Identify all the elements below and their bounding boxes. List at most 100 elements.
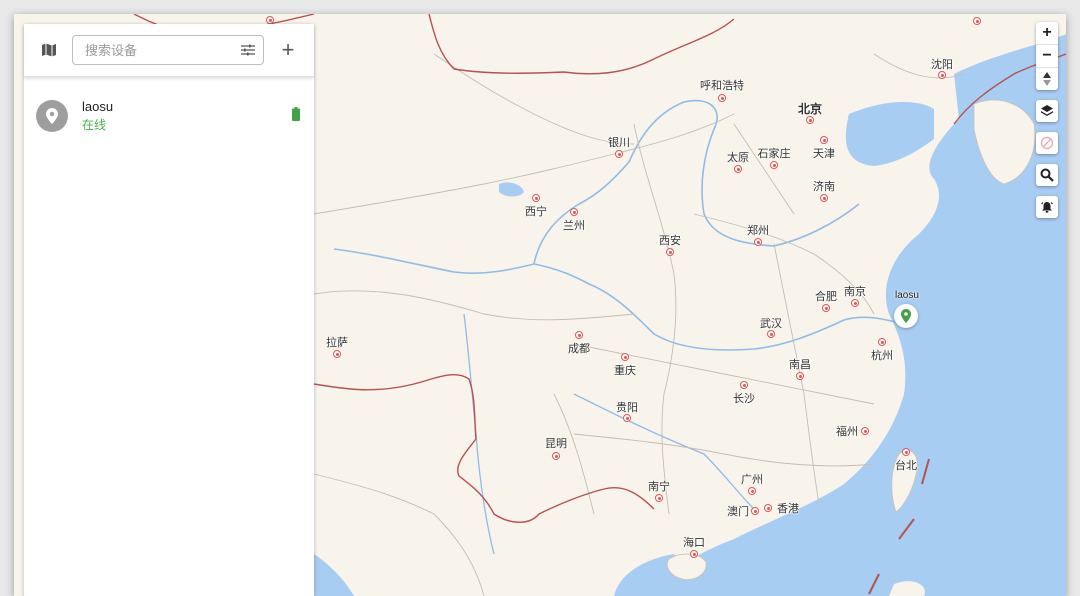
city-marker[interactable] — [748, 487, 756, 495]
city-marker[interactable] — [770, 161, 778, 169]
app-window: 沈阳 呼和浩特 北京 银川 太原 石家庄 天津 济南 西宁 兰州 西安 郑州 合… — [14, 14, 1066, 596]
device-list-item[interactable]: laosu 在线 — [24, 77, 314, 133]
alarm-icon — [1041, 202, 1053, 213]
city-marker[interactable] — [740, 381, 748, 389]
device-sidebar: + laosu 在线 — [24, 24, 314, 596]
city-marker[interactable] — [973, 17, 981, 25]
city-marker[interactable] — [767, 330, 775, 338]
city-label: 石家庄 — [757, 148, 791, 160]
device-name: laosu — [82, 99, 114, 114]
city-marker[interactable] — [623, 414, 631, 422]
device-marker-label: laosu — [895, 290, 919, 301]
city-label: 重庆 — [614, 365, 636, 377]
avatar — [36, 100, 68, 132]
city-label: 成都 — [568, 343, 590, 355]
layers-control — [1036, 100, 1058, 122]
location-pin-icon — [46, 108, 58, 124]
device-search-input[interactable] — [83, 41, 237, 59]
city-marker[interactable] — [822, 304, 830, 312]
city-label: 北京 — [797, 102, 823, 116]
zoom-in-button[interactable]: + — [1036, 22, 1058, 44]
city-marker[interactable] — [655, 494, 663, 502]
layers-button[interactable] — [1036, 100, 1058, 122]
city-label: 海口 — [683, 537, 705, 549]
device-status: 在线 — [82, 118, 107, 132]
city-label: 西安 — [659, 235, 681, 247]
city-marker[interactable] — [552, 452, 560, 460]
city-label: 香港 — [777, 503, 799, 515]
city-label: 兰州 — [563, 220, 585, 232]
city-marker[interactable] — [333, 350, 341, 358]
city-label: 银川 — [608, 137, 630, 149]
location-pin-icon — [901, 309, 911, 323]
city-label: 郑州 — [747, 225, 769, 237]
city-marker[interactable] — [754, 238, 762, 246]
city-marker[interactable] — [621, 353, 629, 361]
city-label: 澳门 — [727, 506, 749, 518]
city-marker[interactable] — [861, 427, 869, 435]
city-label: 合肥 — [815, 291, 837, 303]
sidebar-toolbar: + — [24, 24, 314, 77]
block-icon — [1040, 136, 1054, 150]
city-marker[interactable] — [751, 507, 759, 515]
city-label: 杭州 — [871, 350, 893, 362]
city-marker[interactable] — [806, 116, 814, 124]
alarm-control — [1036, 196, 1058, 218]
city-marker[interactable] — [938, 71, 946, 79]
battery-indicator — [292, 106, 300, 126]
city-label: 南昌 — [789, 359, 811, 371]
city-label: 天津 — [813, 148, 835, 160]
city-label: 台北 — [895, 460, 917, 472]
filter-button[interactable] — [241, 44, 255, 56]
city-marker[interactable] — [615, 150, 623, 158]
city-label: 昆明 — [545, 438, 567, 450]
layers-icon — [1041, 105, 1053, 116]
alarm-button[interactable] — [1036, 196, 1058, 218]
zoom-out-button[interactable]: − — [1036, 45, 1058, 67]
filter-sliders-icon — [241, 44, 255, 56]
city-label: 长沙 — [733, 393, 755, 405]
city-label: 贵阳 — [616, 402, 638, 414]
map-search-button[interactable] — [1036, 164, 1058, 186]
city-label: 拉萨 — [326, 337, 348, 349]
map-icon — [42, 43, 56, 57]
compass-icon — [1043, 72, 1051, 86]
device-marker[interactable] — [894, 304, 918, 328]
city-marker[interactable] — [734, 165, 742, 173]
city-label: 太原 — [727, 152, 749, 164]
city-marker[interactable] — [878, 338, 886, 346]
city-label: 沈阳 — [931, 59, 953, 71]
city-marker[interactable] — [851, 299, 859, 307]
city-marker[interactable] — [575, 331, 583, 339]
city-marker[interactable] — [690, 550, 698, 558]
zoom-control: + − — [1036, 22, 1058, 90]
add-device-button[interactable]: + — [272, 39, 304, 61]
city-label: 南京 — [844, 286, 866, 298]
city-label: 西宁 — [525, 206, 547, 218]
city-label: 济南 — [813, 181, 835, 193]
search-control — [1036, 164, 1058, 186]
city-label: 福州 — [836, 426, 858, 438]
city-label: 呼和浩特 — [700, 80, 744, 92]
city-label: 南宁 — [648, 481, 670, 493]
city-marker[interactable] — [666, 248, 674, 256]
battery-full-icon — [292, 106, 300, 121]
disabled-control — [1036, 132, 1058, 154]
map-toggle-button[interactable] — [32, 33, 66, 67]
city-label: 武汉 — [760, 318, 782, 330]
city-marker[interactable] — [266, 16, 274, 24]
city-marker[interactable] — [570, 208, 578, 216]
compass-button[interactable] — [1036, 68, 1058, 90]
city-marker[interactable] — [820, 136, 828, 144]
search-icon — [1040, 168, 1054, 182]
city-marker[interactable] — [718, 94, 726, 102]
device-info: laosu 在线 — [82, 99, 113, 133]
city-label: 广州 — [741, 474, 763, 486]
city-marker[interactable] — [820, 194, 828, 202]
disabled-button[interactable] — [1036, 132, 1058, 154]
city-marker[interactable] — [796, 372, 804, 380]
city-marker[interactable] — [902, 448, 910, 456]
device-search-box[interactable] — [72, 35, 264, 65]
city-marker[interactable] — [764, 504, 772, 512]
city-marker[interactable] — [532, 194, 540, 202]
